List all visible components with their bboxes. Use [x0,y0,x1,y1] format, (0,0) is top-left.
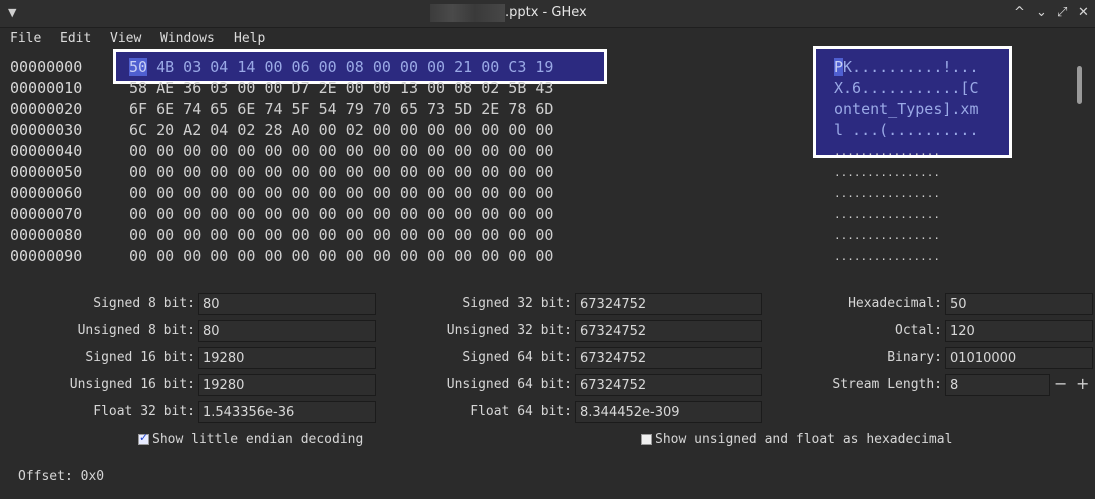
row-bytes[interactable]: 6C 20 A2 04 02 28 A0 00 02 00 00 00 00 0… [129,121,553,139]
increment-button[interactable]: + [1076,374,1089,393]
row-bytes[interactable]: 00 00 00 00 00 00 00 00 00 00 00 00 00 0… [129,184,553,202]
float32-label: Float 32 bit: [93,404,195,419]
little-endian-checkbox[interactable] [138,431,149,445]
menu-help[interactable]: Help [234,31,265,46]
row-bytes[interactable]: 00 00 00 00 00 00 00 00 00 00 00 00 00 0… [129,205,553,223]
row-ascii[interactable]: l ...(.......... [834,121,979,139]
stream-length-label: Stream Length: [832,377,942,392]
window-title: .pptx - GHex [505,5,587,20]
unsigned16-field[interactable]: 19280 [198,374,376,396]
signed8-field[interactable]: 80 [198,293,376,315]
cursor-char[interactable]: P [834,58,844,76]
unsigned-hex-checkbox[interactable] [641,434,652,445]
stream-length-field[interactable]: 8 [945,374,1050,396]
row-ascii[interactable]: ................ [834,166,940,179]
row-offset: 00000010 [10,79,83,97]
row-offset: 00000000 [10,58,83,76]
row-ascii[interactable]: PK..........!... [834,58,979,76]
row-bytes[interactable]: 00 00 00 00 00 00 00 00 00 00 00 00 00 0… [129,142,553,160]
status-offset: Offset: 0x0 [18,469,105,484]
row-bytes[interactable]: 00 00 00 00 00 00 00 00 00 00 00 00 00 0… [129,163,553,181]
menu-file[interactable]: File [10,31,41,46]
row-ascii[interactable]: ontent_Types].xm [834,100,979,118]
row-offset: 00000090 [10,247,83,265]
signed64-label: Signed 64 bit: [462,350,572,365]
unsigned32-label: Unsigned 32 bit: [446,323,572,338]
row-offset: 00000030 [10,121,83,139]
row-ascii[interactable]: ................ [834,187,940,200]
decrement-button[interactable]: − [1054,374,1067,393]
menu-windows[interactable]: Windows [160,31,215,46]
row-ascii[interactable]: X.6...........[C [834,79,979,97]
unsigned-hex-label[interactable]: Show unsigned and float as hexadecimal [655,432,952,447]
redacted-filename [430,4,505,22]
octal-field[interactable]: 120 [945,320,1093,342]
float64-field[interactable]: 8.344452e-309 [575,401,762,423]
row-bytes[interactable]: 00 00 00 00 00 00 00 00 00 00 00 00 00 0… [129,226,553,244]
row-offset: 00000070 [10,205,83,223]
shade-icon[interactable]: ^ [1014,5,1025,20]
hexadecimal-label: Hexadecimal: [848,296,942,311]
octal-label: Octal: [895,323,942,338]
minimize-icon[interactable]: ⌄ [1036,5,1047,20]
binary-field[interactable]: 01010000 [945,347,1093,369]
little-endian-label[interactable]: Show little endian decoding [152,432,363,447]
cursor-byte[interactable]: 50 [129,58,148,76]
signed32-field[interactable]: 67324752 [575,293,762,315]
float64-label: Float 64 bit: [470,404,572,419]
signed16-label: Signed 16 bit: [85,350,195,365]
hexadecimal-field[interactable]: 50 [945,293,1093,315]
signed16-field[interactable]: 19280 [198,347,376,369]
row-bytes[interactable]: 58 AE 36 03 00 00 D7 2E 00 00 13 00 08 0… [129,79,553,97]
unsigned32-field[interactable]: 67324752 [575,320,762,342]
scrollbar-thumb[interactable] [1077,66,1082,104]
row-offset: 00000080 [10,226,83,244]
unsigned8-field[interactable]: 80 [198,320,376,342]
unsigned8-label: Unsigned 8 bit: [77,323,195,338]
row-ascii[interactable]: ................ [834,208,940,221]
row-offset: 00000020 [10,100,83,118]
signed64-field[interactable]: 67324752 [575,347,762,369]
row-ascii[interactable]: ................ [834,229,940,242]
menu-view[interactable]: View [110,31,141,46]
row-bytes[interactable]: 50 4B 03 04 14 00 06 00 08 00 00 00 21 0… [129,58,553,76]
row-offset: 00000050 [10,163,83,181]
menu-edit[interactable]: Edit [60,31,91,46]
float32-field[interactable]: 1.543356e-36 [198,401,376,423]
row-offset: 00000040 [10,142,83,160]
maximize-icon[interactable]: ⤢ [1057,5,1067,20]
unsigned16-label: Unsigned 16 bit: [69,377,195,392]
close-icon[interactable]: ✕ [1078,5,1089,20]
signed8-label: Signed 8 bit: [93,296,195,311]
title-bar: ▼ .pptx - GHex ^ ⌄ ⤢ ✕ [0,0,1095,28]
row-ascii[interactable]: ................ [834,250,940,263]
row-ascii[interactable]: ................ [834,145,940,158]
signed32-label: Signed 32 bit: [462,296,572,311]
unsigned64-field[interactable]: 67324752 [575,374,762,396]
window-menu-icon[interactable]: ▼ [8,6,16,19]
row-offset: 00000060 [10,184,83,202]
row-bytes[interactable]: 00 00 00 00 00 00 00 00 00 00 00 00 00 0… [129,247,553,265]
row-bytes[interactable]: 6F 6E 74 65 6E 74 5F 54 79 70 65 73 5D 2… [129,100,553,118]
binary-label: Binary: [887,350,942,365]
unsigned64-label: Unsigned 64 bit: [446,377,572,392]
